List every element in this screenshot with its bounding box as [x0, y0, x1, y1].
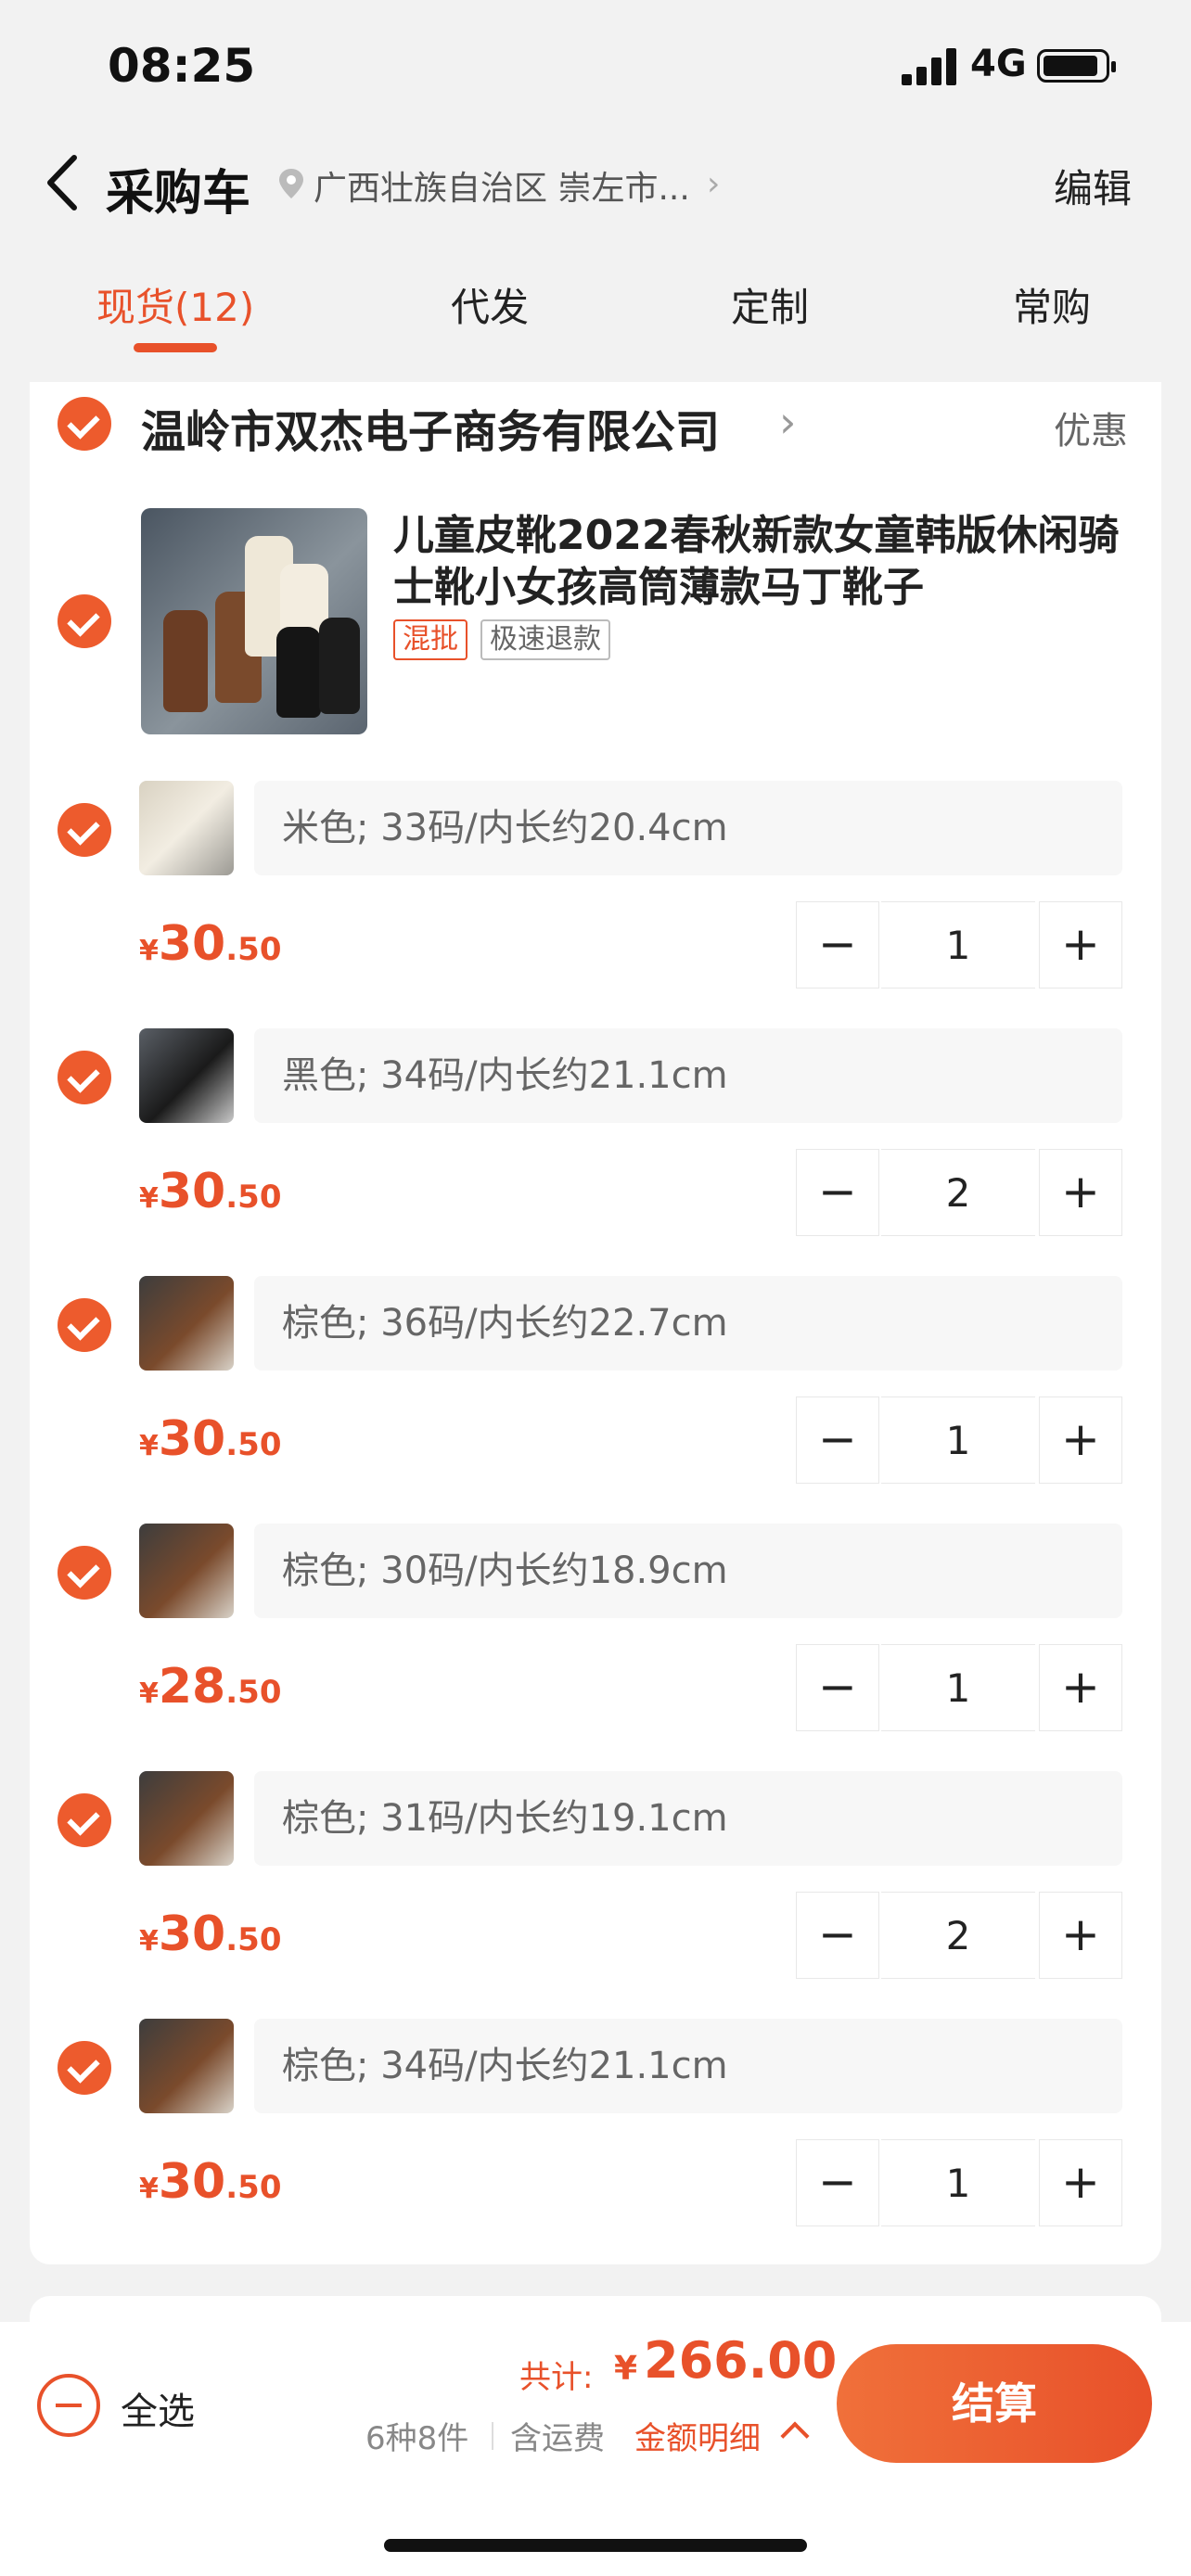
- chevron-right-icon[interactable]: ›: [779, 397, 796, 447]
- sku-price: ¥30.50: [139, 2154, 282, 2210]
- sku-check-icon[interactable]: [58, 803, 111, 857]
- sku-price: ¥30.50: [139, 1906, 282, 1962]
- sku-row: 棕色; 30码/内长约18.9cm ¥28.50 − 1 +: [30, 1524, 1161, 1770]
- quantity-value[interactable]: 1: [881, 2139, 1035, 2226]
- total-label: 共计:: [519, 2359, 594, 2396]
- minus-icon[interactable]: −: [796, 2139, 879, 2226]
- minus-icon[interactable]: −: [796, 1396, 879, 1484]
- sku-thumbnail[interactable]: [139, 2019, 234, 2113]
- sku-row: 棕色; 31码/内长约19.1cm ¥30.50 − 2 +: [30, 1771, 1161, 2018]
- sku-check-icon[interactable]: [58, 2041, 111, 2095]
- chevron-right-icon[interactable]: ›: [707, 165, 720, 203]
- sku-price: ¥30.50: [139, 1164, 282, 1219]
- battery-icon: [1037, 49, 1116, 83]
- delivery-address[interactable]: 广西壮族自治区 崇左市...: [314, 161, 690, 210]
- total-currency: ¥: [614, 2350, 638, 2388]
- sku-thumbnail[interactable]: [139, 1028, 234, 1123]
- sku-price: ¥28.50: [139, 1659, 282, 1715]
- plus-icon[interactable]: +: [1039, 1892, 1122, 1979]
- plus-icon[interactable]: +: [1039, 2139, 1122, 2226]
- sku-row: 棕色; 34码/内长约21.1cm ¥30.50 − 1 +: [30, 2019, 1161, 2265]
- tab-frequent[interactable]: 常购: [1013, 276, 1091, 333]
- plus-icon[interactable]: +: [1039, 1396, 1122, 1484]
- sku-check-icon[interactable]: [58, 1793, 111, 1847]
- product-image[interactable]: [141, 508, 367, 734]
- tab-in-stock[interactable]: 现货(12): [96, 276, 254, 333]
- divider: [492, 2422, 493, 2450]
- quantity-value[interactable]: 2: [881, 1892, 1035, 1979]
- shop-name[interactable]: 温岭市双杰电子商务有限公司: [141, 395, 720, 460]
- quantity-stepper: − 2 +: [796, 1892, 1122, 1979]
- sku-thumbnail[interactable]: [139, 1276, 234, 1371]
- total-amount: 266.00: [644, 2331, 838, 2390]
- quantity-stepper: − 1 +: [796, 901, 1122, 988]
- product-title[interactable]: 儿童皮靴2022春秋新款女童韩版休闲骑士靴小女孩高筒薄款马丁靴子: [393, 510, 1135, 614]
- status-time: 08:25: [108, 39, 256, 93]
- quantity-stepper: − 1 +: [796, 1644, 1122, 1731]
- discount-button[interactable]: 优惠: [1054, 401, 1128, 454]
- quantity-value[interactable]: 1: [881, 1644, 1035, 1731]
- edit-button[interactable]: 编辑: [1054, 158, 1132, 214]
- active-tab-indicator: [134, 343, 217, 352]
- quantity-stepper: − 1 +: [796, 2139, 1122, 2226]
- shop-card: 温岭市双杰电子商务有限公司 › 优惠 儿童皮靴2022春秋新款女童韩版休闲骑士靴…: [30, 382, 1161, 2264]
- sku-spec[interactable]: 棕色; 30码/内长约18.9cm: [254, 1524, 1122, 1618]
- sku-thumbnail[interactable]: [139, 781, 234, 875]
- product-check-icon[interactable]: [58, 594, 111, 648]
- minus-icon[interactable]: −: [796, 1892, 879, 1979]
- back-icon[interactable]: [37, 150, 93, 215]
- select-all-icon[interactable]: [37, 2374, 100, 2437]
- sku-spec[interactable]: 棕色; 31码/内长约19.1cm: [254, 1771, 1122, 1866]
- signal-icon: [902, 48, 959, 85]
- sku-row: 黑色; 34码/内长约21.1cm ¥30.50 − 2 +: [30, 1028, 1161, 1275]
- page-title: 采购车: [106, 166, 251, 222]
- shipping-included: 含运费: [510, 2420, 605, 2457]
- item-count: 6种8件: [365, 2420, 469, 2457]
- sku-thumbnail[interactable]: [139, 1771, 234, 1866]
- plus-icon[interactable]: +: [1039, 1149, 1122, 1236]
- sku-spec[interactable]: 棕色; 36码/内长约22.7cm: [254, 1276, 1122, 1371]
- tab-custom[interactable]: 定制: [731, 276, 809, 333]
- sku-row: 棕色; 36码/内长约22.7cm ¥30.50 − 1 +: [30, 1276, 1161, 1523]
- minus-icon[interactable]: −: [796, 1149, 879, 1236]
- sku-spec[interactable]: 黑色; 34码/内长约21.1cm: [254, 1028, 1122, 1123]
- checkout-bar: 全选 共计: ¥ 266.00 6种8件 含运费 金额明细 结算: [0, 2322, 1191, 2576]
- quantity-value[interactable]: 1: [881, 1396, 1035, 1484]
- plus-icon[interactable]: +: [1039, 901, 1122, 988]
- checkout-button[interactable]: 结算: [837, 2344, 1152, 2463]
- chevron-up-icon[interactable]: [780, 2421, 810, 2451]
- sku-price: ¥30.50: [139, 916, 282, 972]
- network-label: 4G: [970, 43, 1027, 85]
- tag-mixed-wholesale: 混批: [393, 619, 467, 660]
- home-indicator[interactable]: [384, 2539, 807, 2552]
- quantity-stepper: − 2 +: [796, 1149, 1122, 1236]
- sku-row: 米色; 33码/内长约20.4cm ¥30.50 − 1 +: [30, 781, 1161, 1027]
- location-icon: [279, 169, 303, 198]
- sku-price: ¥30.50: [139, 1411, 282, 1467]
- plus-icon[interactable]: +: [1039, 1644, 1122, 1731]
- tab-dropship[interactable]: 代发: [451, 276, 529, 333]
- quantity-value[interactable]: 1: [881, 901, 1035, 988]
- sku-spec[interactable]: 米色; 33码/内长约20.4cm: [254, 781, 1122, 875]
- status-bar: 08:25 4G: [0, 0, 1191, 130]
- amount-detail-link[interactable]: 金额明细: [634, 2413, 761, 2458]
- sku-check-icon[interactable]: [58, 1546, 111, 1600]
- sku-check-icon[interactable]: [58, 1051, 111, 1104]
- tag-fast-refund: 极速退款: [480, 619, 610, 660]
- shop-check-icon[interactable]: [58, 397, 111, 451]
- sku-spec[interactable]: 棕色; 34码/内长约21.1cm: [254, 2019, 1122, 2113]
- minus-icon[interactable]: −: [796, 1644, 879, 1731]
- quantity-stepper: − 1 +: [796, 1396, 1122, 1484]
- nav-bar: 采购车 广西壮族自治区 崇左市... › 编辑: [0, 130, 1191, 237]
- sku-thumbnail[interactable]: [139, 1524, 234, 1618]
- tab-bar: 现货(12) 代发 定制 常购: [0, 252, 1191, 363]
- minus-icon[interactable]: −: [796, 901, 879, 988]
- sku-check-icon[interactable]: [58, 1298, 111, 1352]
- quantity-value[interactable]: 2: [881, 1149, 1035, 1236]
- select-all-label[interactable]: 全选: [121, 2381, 195, 2435]
